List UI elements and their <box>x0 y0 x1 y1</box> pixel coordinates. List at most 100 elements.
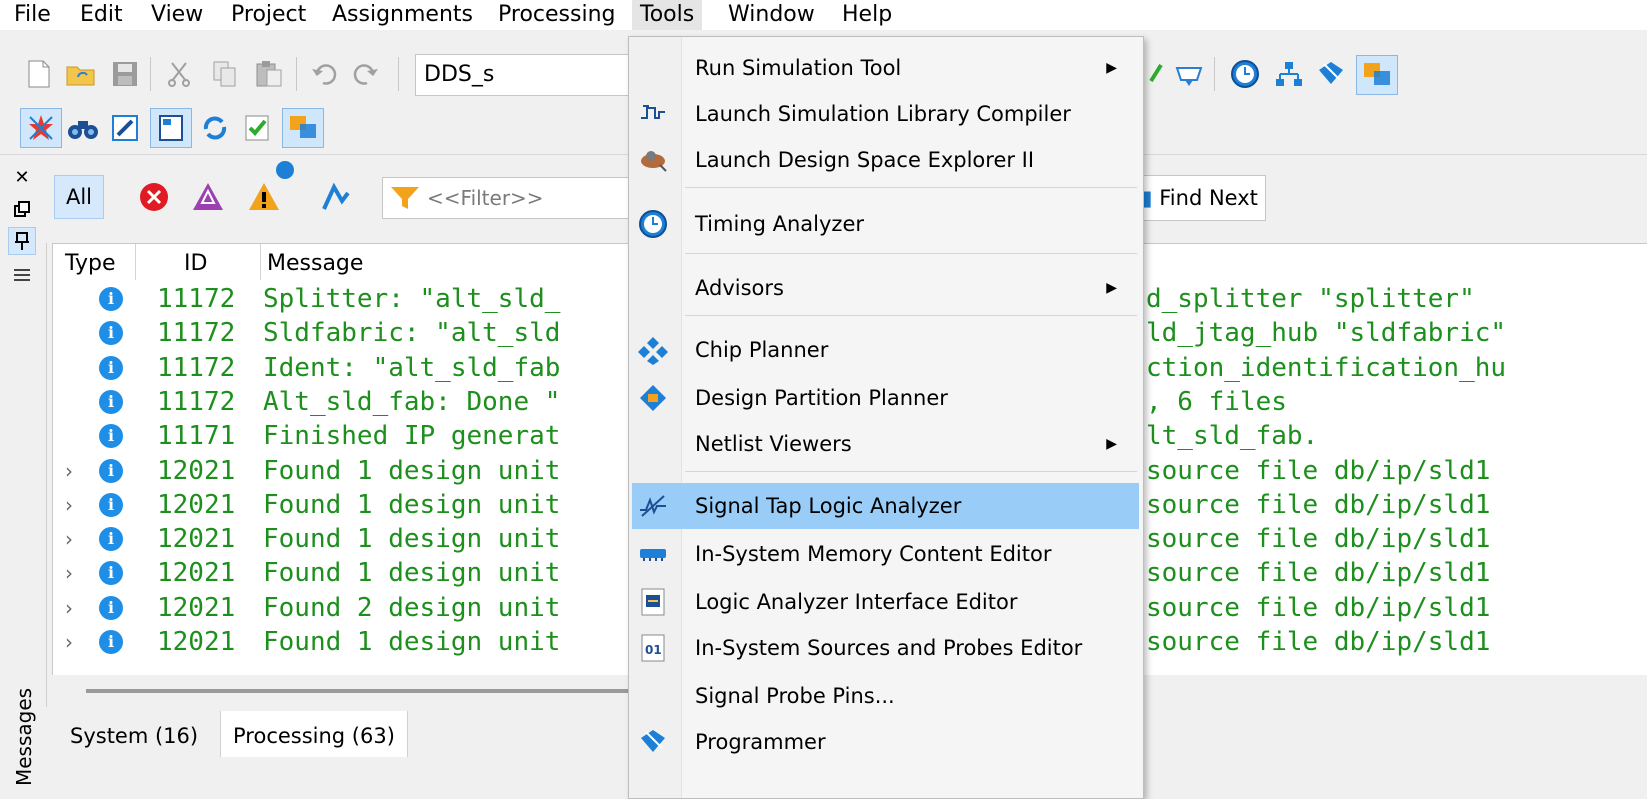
sim-library-icon <box>638 99 668 129</box>
tab-processing[interactable]: Processing (63) <box>220 711 408 757</box>
info-icon: i <box>99 527 123 552</box>
menu-item-label: Timing Analyzer <box>695 212 865 236</box>
messages-side-label[interactable]: Messages <box>8 660 40 790</box>
programmer-icon[interactable] <box>1314 57 1348 91</box>
message-id: 12021 <box>157 455 236 486</box>
find-next-button[interactable]: ▮ Find Next <box>1132 175 1266 221</box>
message-text-continuation: source file db/ip/sld1 <box>1146 455 1491 486</box>
paste-icon[interactable] <box>252 57 286 91</box>
expand-chevron-icon[interactable]: › <box>65 625 73 659</box>
tools-menu-item-logic-analyzer-interface-editor[interactable]: Logic Analyzer Interface Editor <box>632 579 1139 625</box>
message-text-continuation: source file db/ip/sld1 <box>1146 592 1491 623</box>
menu-item-label: Logic Analyzer Interface Editor <box>695 590 1018 614</box>
message-text: Found 1 design unit <box>263 455 561 486</box>
menu-file[interactable]: File <box>6 0 59 30</box>
new-file-icon[interactable] <box>22 57 56 91</box>
scrollbar-thumb[interactable] <box>86 689 646 693</box>
menu-item-label: Signal Tap Logic Analyzer <box>695 494 962 518</box>
submenu-arrow-icon: ▶ <box>1106 60 1117 76</box>
tools-menu-item-design-partition-planner[interactable]: Design Partition Planner <box>632 375 1139 421</box>
hierarchy-star-icon[interactable] <box>20 108 62 148</box>
tab-system[interactable]: System (16) <box>58 711 210 757</box>
binoculars-icon[interactable] <box>66 111 100 145</box>
info-icon: i <box>99 355 123 380</box>
expand-chevron-icon[interactable]: › <box>65 454 73 488</box>
tools-menu-item-signal-tap-logic-analyzer[interactable]: Signal Tap Logic Analyzer <box>632 483 1139 529</box>
tools-menu-item-programmer[interactable]: Programmer <box>632 719 1139 765</box>
platform-designer-icon[interactable] <box>282 108 324 148</box>
tools-menu-item-netlist-viewers[interactable]: Netlist Viewers ▶ <box>632 421 1139 467</box>
critical-warning-filter-icon[interactable] <box>186 175 230 219</box>
message-text: Found 1 design unit <box>263 524 561 555</box>
menu-help[interactable]: Help <box>834 0 900 30</box>
compile-arrow-icon[interactable] <box>1140 57 1174 91</box>
tools-menu-item-signal-probe-pins[interactable]: Signal Probe Pins... <box>632 673 1139 719</box>
tools-menu-item-in-system-memory-content-editor[interactable]: In-System Memory Content Editor <box>632 531 1139 577</box>
expand-chevron-icon[interactable]: › <box>65 556 73 590</box>
tools-menu-item-in-system-sources-and-probes-editor[interactable]: 01 In-System Sources and Probes Editor <box>632 625 1139 671</box>
tools-menu-item-advisors[interactable]: Advisors ▶ <box>632 265 1139 311</box>
message-text-continuation: source file db/ip/sld1 <box>1146 627 1491 657</box>
suppressed-filter-icon[interactable] <box>314 175 358 219</box>
message-id: 11172 <box>157 318 236 349</box>
message-text: Found 2 design unit <box>263 592 561 623</box>
warning-filter-icon[interactable] <box>242 175 286 219</box>
checklist-icon[interactable] <box>240 111 274 145</box>
lai-icon <box>638 587 668 617</box>
menu-assignments[interactable]: Assignments <box>324 0 481 30</box>
save-icon[interactable] <box>108 57 142 91</box>
menu-lines-icon[interactable] <box>8 261 36 289</box>
pin-icon[interactable] <box>8 227 36 255</box>
chip-planner-icon <box>638 335 668 365</box>
message-id: 11172 <box>157 386 236 417</box>
message-text-continuation: source file db/ip/sld1 <box>1146 558 1491 589</box>
dse-icon <box>638 145 668 175</box>
tools-menu-item-chip-planner[interactable]: Chip Planner <box>632 327 1139 373</box>
menu-view[interactable]: View <box>143 0 211 30</box>
redo-icon[interactable] <box>350 57 384 91</box>
platform-designer-icon[interactable] <box>1356 55 1398 95</box>
menu-item-label: Advisors <box>695 276 784 300</box>
pin-planner-icon[interactable] <box>150 108 192 148</box>
error-filter-icon[interactable] <box>132 175 176 219</box>
program-device-icon[interactable] <box>1172 57 1206 91</box>
tools-menu-item-launch-design-space-explorer-ii[interactable]: Launch Design Space Explorer II <box>632 137 1139 183</box>
menu-bar: File Edit View Project Assignments Proce… <box>0 0 1647 30</box>
tools-menu-item-run-simulation-tool[interactable]: Run Simulation Tool ▶ <box>632 45 1139 91</box>
tools-menu-item-timing-analyzer[interactable]: Timing Analyzer <box>632 201 1139 247</box>
netlist-viewer-icon[interactable] <box>1272 57 1306 91</box>
edit-assignments-icon[interactable] <box>108 111 142 145</box>
restore-window-icon[interactable] <box>8 195 36 223</box>
filter-all-button[interactable]: All <box>54 175 104 219</box>
tools-menu-item-launch-simulation-library-compiler[interactable]: Launch Simulation Library Compiler <box>632 91 1139 137</box>
expand-chevron-icon[interactable]: › <box>65 488 73 522</box>
message-text: Splitter: "alt_sld_ <box>263 284 561 314</box>
menu-window[interactable]: Window <box>720 0 823 30</box>
expand-chevron-icon[interactable]: › <box>65 522 73 556</box>
column-header-type[interactable]: Type <box>53 244 136 280</box>
cut-icon[interactable] <box>162 57 196 91</box>
column-header-id-label: ID <box>184 251 208 276</box>
close-icon[interactable]: ✕ <box>8 163 36 191</box>
svg-text:01: 01 <box>645 643 662 657</box>
info-icon: i <box>99 630 123 654</box>
column-header-id[interactable]: ID <box>136 244 261 280</box>
toolbar-separator <box>296 57 297 91</box>
info-icon: i <box>99 561 123 586</box>
message-id: 11171 <box>157 421 236 452</box>
message-id: 12021 <box>157 558 236 589</box>
toolbar-separator <box>150 57 151 91</box>
info-icon: i <box>99 389 123 414</box>
filter-input[interactable]: <<Filter>> <box>382 177 642 219</box>
undo-icon[interactable] <box>306 57 340 91</box>
timing-analyzer-icon[interactable] <box>1228 57 1262 91</box>
menu-edit[interactable]: Edit <box>72 0 131 30</box>
menu-processing[interactable]: Processing <box>490 0 623 30</box>
expand-chevron-icon[interactable]: › <box>65 591 73 625</box>
menu-tools[interactable]: Tools <box>632 0 703 30</box>
refresh-globe-icon[interactable] <box>198 111 232 145</box>
menu-separator <box>685 187 1137 188</box>
open-folder-icon[interactable] <box>64 57 98 91</box>
menu-project[interactable]: Project <box>223 0 314 30</box>
copy-icon[interactable] <box>208 57 242 91</box>
